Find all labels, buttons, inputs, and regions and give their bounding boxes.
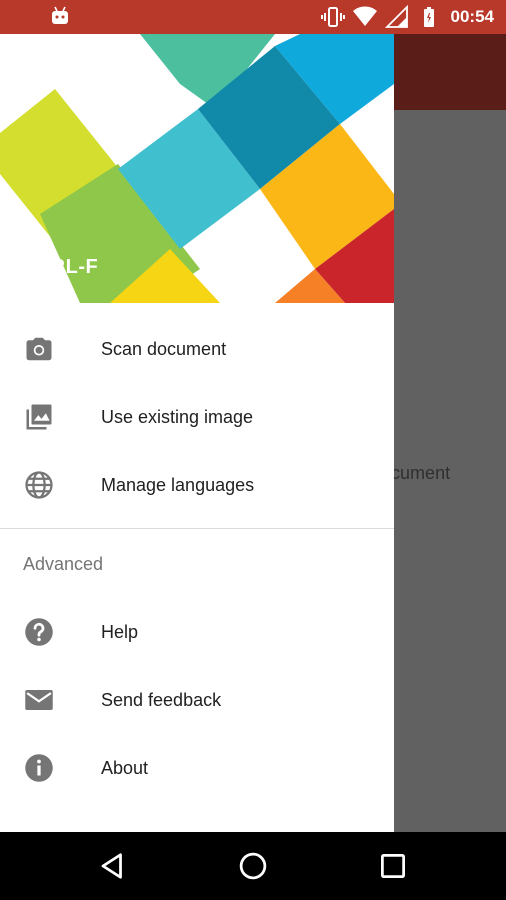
vibrate-icon [320, 7, 345, 27]
camera-icon [24, 334, 54, 364]
wifi-icon [352, 6, 377, 26]
advanced-section-title: Advanced [23, 554, 104, 574]
menu-item-label: About [101, 757, 149, 778]
menu-item-scan-document[interactable]: Scan document [0, 315, 394, 383]
battery-icon [423, 7, 434, 27]
signal-icon [384, 5, 408, 28]
drawer-header: CTRL-F [0, 34, 394, 303]
menu-divider [0, 528, 394, 529]
system-nav-bar [0, 832, 506, 900]
info-icon [24, 753, 54, 783]
app-name-title: CTRL-F [23, 256, 99, 278]
recents-icon[interactable] [376, 849, 410, 883]
status-time: 00:54 [450, 7, 494, 26]
back-icon[interactable] [96, 849, 130, 883]
home-icon[interactable] [236, 849, 270, 883]
navigation-drawer: CTRL-F Scan document Use existing image [0, 34, 394, 832]
menu-item-about[interactable]: About [0, 734, 394, 802]
menu-item-use-existing-image[interactable]: Use existing image [0, 383, 394, 451]
menu-item-manage-languages[interactable]: Manage languages [0, 451, 394, 519]
help-icon [24, 617, 54, 647]
menu-item-help[interactable]: Help [0, 598, 394, 666]
menu-item-label: Send feedback [101, 689, 222, 710]
menu-item-label: Manage languages [101, 474, 255, 495]
menu-item-label: Scan document [101, 338, 227, 359]
menu-item-send-feedback[interactable]: Send feedback [0, 666, 394, 734]
image-icon [24, 402, 54, 432]
globe-icon [24, 470, 54, 500]
menu-item-label: Use existing image [101, 406, 254, 427]
app-background-text: Scan document [385, 463, 451, 483]
mail-icon [24, 685, 54, 715]
status-bar: 00:54 [0, 0, 506, 34]
android-icon [52, 6, 68, 24]
menu-item-label: Help [101, 621, 139, 642]
